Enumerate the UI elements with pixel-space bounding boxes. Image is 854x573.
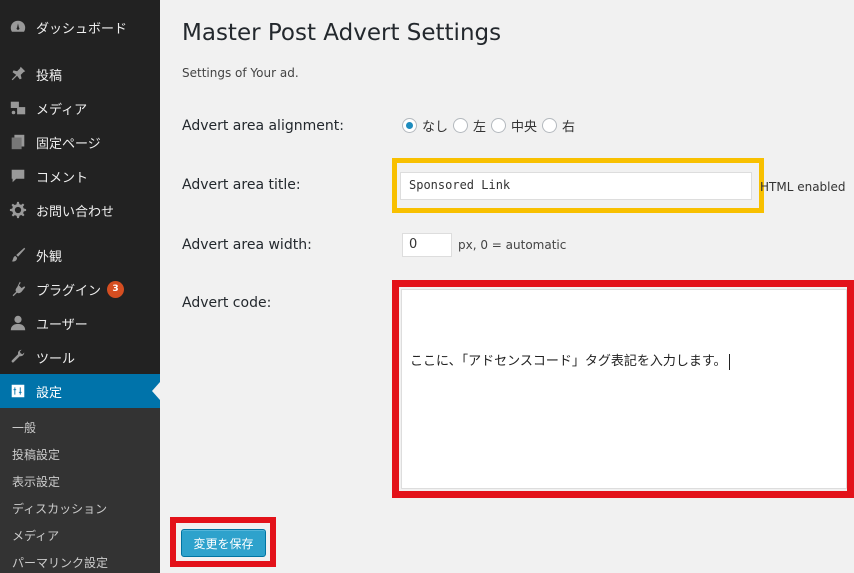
radio-none[interactable] (402, 118, 417, 133)
dashboard-icon (0, 18, 36, 36)
advert-title-input[interactable]: Sponsored Link (400, 172, 752, 200)
comment-icon (0, 167, 36, 185)
submenu-item-permalinks[interactable]: パーマリンク設定 (12, 553, 108, 573)
sidebar-item-comments[interactable]: コメント (0, 159, 160, 193)
pin-icon (0, 65, 36, 83)
width-note: px, 0 = automatic (458, 238, 567, 252)
submenu-item-reading[interactable]: 表示設定 (12, 472, 60, 492)
alignment-radio-group: なし 左 中央 右 (402, 116, 580, 135)
sidebar-item-label: 外観 (36, 249, 63, 265)
sidebar-item-label: ツール (36, 351, 76, 367)
sidebar-item-label: お問い合わせ (36, 204, 115, 220)
sidebar-item-media[interactable]: メディア (0, 91, 160, 125)
save-button[interactable]: 変更を保存 (181, 529, 266, 557)
sidebar-item-label: ダッシュボード (36, 21, 128, 37)
sidebar-item-label: 設定 (36, 385, 63, 401)
wrench-icon (0, 348, 36, 366)
brush-icon (0, 246, 36, 264)
gear-icon (0, 201, 36, 219)
main-content: Master Post Advert Settings Settings of … (160, 0, 854, 573)
settings-submenu: 一般 投稿設定 表示設定 ディスカッション メディア パーマリンク設定 (0, 408, 160, 573)
advert-code-textarea[interactable]: ここに、「アドセンスコード」タグ表記を入力します。 (401, 289, 847, 489)
sidebar-item-pages[interactable]: 固定ページ (0, 125, 160, 159)
submenu-item-general[interactable]: 一般 (12, 418, 36, 438)
sidebar-item-label: ユーザー (36, 317, 88, 333)
pages-icon (0, 133, 36, 151)
radio-right-label: 右 (562, 120, 576, 135)
sidebar-item-label: 投稿 (36, 68, 63, 84)
submenu-item-media[interactable]: メディア (12, 526, 59, 546)
advert-width-input[interactable]: 0 (402, 233, 452, 257)
sidebar-item-appearance[interactable]: 外観 (0, 238, 160, 272)
sidebar-item-label: 固定ページ (36, 136, 101, 152)
title-label: Advert area title: (182, 177, 301, 193)
page-subtitle: Settings of Your ad. (182, 66, 299, 80)
alignment-label: Advert area alignment: (182, 118, 344, 134)
admin-sidebar: ダッシュボード 投稿 メディア 固定ページ コメント お問い合わせ 外観 プラグ… (0, 0, 160, 573)
sidebar-item-tools[interactable]: ツール (0, 340, 160, 374)
user-icon (0, 314, 36, 332)
sidebar-item-dashboard[interactable]: ダッシュボード (0, 10, 160, 44)
radio-left[interactable] (453, 118, 469, 133)
plugin-icon (0, 280, 36, 298)
advert-code-text: ここに、「アドセンスコード」タグ表記を入力します。 (410, 354, 727, 369)
sidebar-item-plugins[interactable]: プラグイン 3 (0, 272, 160, 306)
media-icon (0, 99, 36, 117)
radio-center[interactable] (491, 118, 507, 133)
width-label: Advert area width: (182, 237, 312, 253)
sidebar-item-label: メディア (36, 102, 88, 118)
radio-center-label: 中央 (511, 120, 538, 135)
text-caret (728, 353, 730, 370)
sidebar-item-posts[interactable]: 投稿 (0, 57, 160, 91)
plugin-update-badge: 3 (107, 280, 125, 298)
radio-right[interactable] (542, 118, 558, 133)
radio-none-label: なし (422, 120, 449, 135)
sidebar-item-label: プラグイン (36, 283, 102, 299)
radio-left-label: 左 (473, 120, 487, 135)
sidebar-item-label: コメント (36, 170, 89, 186)
sidebar-item-contact[interactable]: お問い合わせ (0, 193, 160, 227)
submenu-item-discussion[interactable]: ディスカッション (12, 499, 107, 519)
code-label: Advert code: (182, 295, 272, 311)
submenu-item-writing[interactable]: 投稿設定 (12, 445, 60, 465)
sidebar-item-settings[interactable]: 設定 (0, 374, 160, 408)
sidebar-item-users[interactable]: ユーザー (0, 306, 160, 340)
page-title: Master Post Advert Settings (182, 20, 502, 46)
settings-icon (0, 382, 36, 400)
html-enabled-note: HTML enabled (760, 180, 846, 194)
